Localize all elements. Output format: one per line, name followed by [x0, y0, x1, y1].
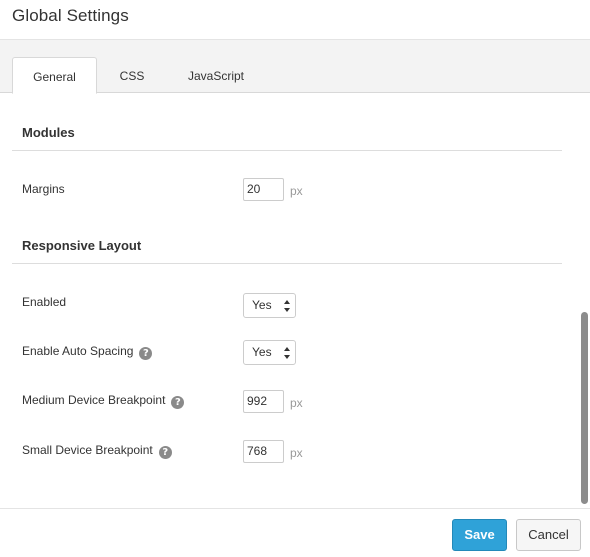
margins-label: Margins: [22, 182, 65, 196]
settings-content[interactable]: Modules Margins 20 px Responsive Layout …: [0, 94, 590, 508]
medium-breakpoint-label-text: Medium Device Breakpoint: [22, 393, 166, 407]
auto-spacing-select-value: Yes: [252, 345, 272, 359]
small-breakpoint-unit: px: [290, 446, 303, 460]
tab-css[interactable]: CSS: [108, 58, 156, 96]
scrollbar-thumb[interactable]: [581, 312, 588, 504]
tab-general[interactable]: General: [12, 57, 97, 94]
medium-breakpoint-input[interactable]: 992: [243, 390, 284, 413]
section-title-modules: Modules: [22, 125, 75, 140]
help-icon[interactable]: ?: [171, 396, 185, 409]
select-arrows-icon: [284, 347, 290, 359]
small-breakpoint-label: Small Device Breakpoint?: [22, 443, 172, 459]
cancel-button[interactable]: Cancel: [516, 519, 581, 551]
tab-javascript[interactable]: JavaScript: [173, 58, 259, 96]
enabled-select[interactable]: Yes: [243, 293, 296, 318]
help-icon[interactable]: ?: [158, 446, 172, 459]
section-divider: [12, 150, 562, 151]
window-header: Global Settings: [0, 0, 590, 40]
section-divider: [12, 263, 562, 264]
select-arrows-icon: [284, 300, 290, 312]
help-icon[interactable]: ?: [139, 347, 153, 360]
medium-breakpoint-label: Medium Device Breakpoint?: [22, 393, 185, 409]
margins-unit: px: [290, 184, 303, 198]
margins-input[interactable]: 20: [243, 178, 284, 201]
auto-spacing-label-text: Enable Auto Spacing: [22, 344, 134, 358]
auto-spacing-label: Enable Auto Spacing?: [22, 344, 153, 360]
medium-breakpoint-unit: px: [290, 396, 303, 410]
small-breakpoint-input[interactable]: 768: [243, 440, 284, 463]
section-title-responsive-layout: Responsive Layout: [22, 238, 142, 253]
footer-bar: Save Cancel: [0, 508, 590, 557]
small-breakpoint-label-text: Small Device Breakpoint: [22, 443, 153, 457]
enabled-label: Enabled: [22, 295, 67, 309]
save-button[interactable]: Save: [452, 519, 507, 551]
auto-spacing-select[interactable]: Yes: [243, 340, 296, 365]
enabled-select-value: Yes: [252, 298, 272, 312]
window-title: Global Settings: [12, 6, 129, 25]
tab-bar: General CSS JavaScript: [0, 40, 590, 96]
